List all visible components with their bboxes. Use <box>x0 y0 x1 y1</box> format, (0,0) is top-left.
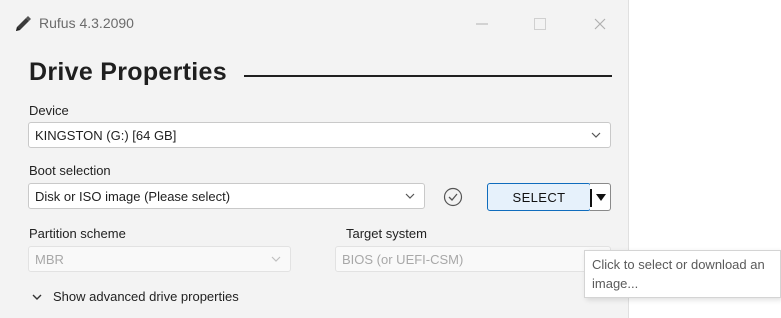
caret-down-icon <box>596 194 606 201</box>
select-dropdown-arrow[interactable] <box>590 183 611 211</box>
rufus-window: Rufus 4.3.2090 Drive Properties Device K… <box>0 0 629 318</box>
target-system-label: Target system <box>346 226 427 241</box>
boot-selection-value: Disk or ISO image (Please select) <box>35 189 231 204</box>
title-bar[interactable]: Rufus 4.3.2090 <box>0 0 628 48</box>
usb-pen-icon <box>16 16 31 31</box>
minimize-icon <box>476 23 488 25</box>
chevron-down-icon <box>271 256 281 262</box>
close-icon <box>594 18 606 30</box>
maximize-button[interactable] <box>523 10 557 38</box>
boot-selection-label: Boot selection <box>29 163 111 178</box>
select-button[interactable]: SELECT <box>487 183 591 211</box>
select-button-label: SELECT <box>512 190 566 205</box>
split-divider <box>590 189 592 207</box>
select-tooltip: Click to select or download an image... <box>584 250 781 298</box>
advanced-toggle-label: Show advanced drive properties <box>53 289 239 304</box>
maximize-icon <box>534 18 546 30</box>
advanced-drive-properties-toggle[interactable]: Show advanced drive properties <box>31 289 239 304</box>
section-divider <box>244 75 612 77</box>
partition-scheme-label: Partition scheme <box>29 226 126 241</box>
boot-selection-dropdown[interactable]: Disk or ISO image (Please select) <box>28 183 425 209</box>
target-system-value: BIOS (or UEFI-CSM) <box>342 252 464 267</box>
device-label: Device <box>29 103 69 118</box>
chevron-down-icon <box>405 193 415 199</box>
minimize-button[interactable] <box>465 10 499 38</box>
device-dropdown[interactable]: KINGSTON (G:) [64 GB] <box>28 122 611 148</box>
partition-scheme-value: MBR <box>35 252 64 267</box>
chevron-down-icon <box>32 294 42 300</box>
window-title: Rufus 4.3.2090 <box>39 15 134 31</box>
check-circle-icon[interactable] <box>442 186 464 208</box>
tooltip-text: Click to select or download an image... <box>592 257 765 291</box>
chevron-down-icon <box>591 132 601 138</box>
section-heading: Drive Properties <box>29 58 227 86</box>
close-button[interactable] <box>583 10 617 38</box>
partition-scheme-dropdown[interactable]: MBR <box>28 246 291 272</box>
device-value: KINGSTON (G:) [64 GB] <box>35 128 177 143</box>
target-system-dropdown[interactable]: BIOS (or UEFI-CSM) <box>335 246 611 272</box>
